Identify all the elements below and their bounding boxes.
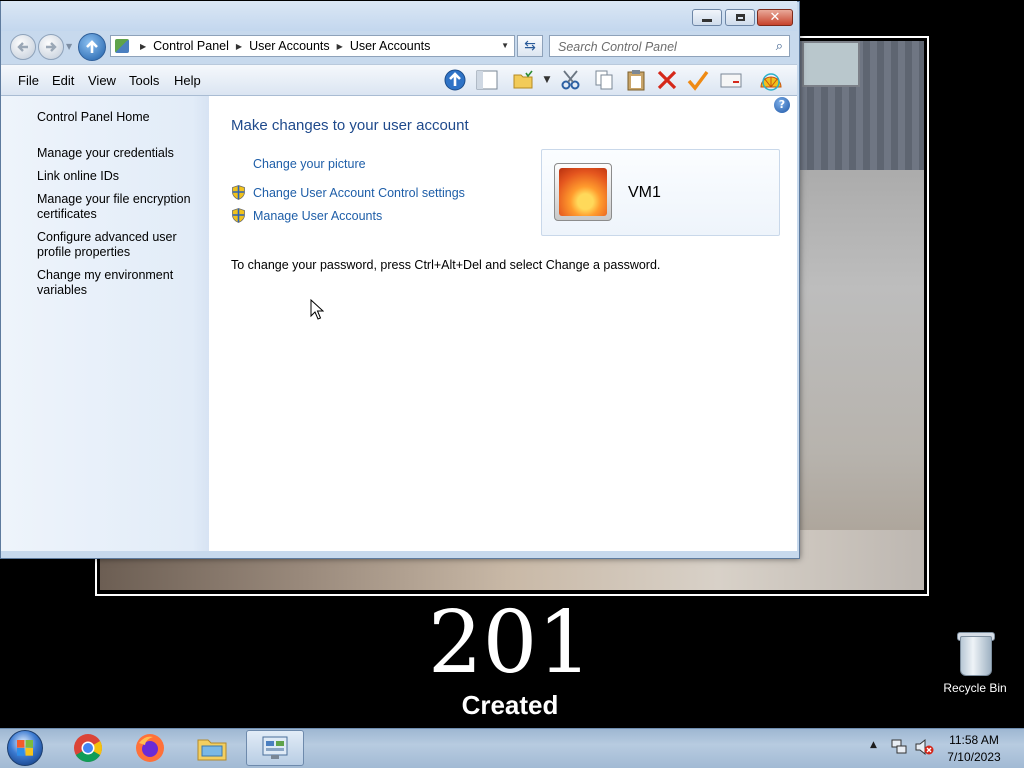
- breadcrumb-chevron-icon: ▶: [140, 41, 147, 51]
- address-dropdown-icon[interactable]: ▼: [501, 41, 509, 50]
- search-input[interactable]: [556, 37, 770, 57]
- menu-view[interactable]: View: [88, 73, 116, 88]
- volume-muted-icon[interactable]: [914, 738, 934, 756]
- help-button[interactable]: ?: [774, 97, 790, 113]
- password-instruction: To change your password, press Ctrl+Alt+…: [231, 258, 661, 272]
- title-bar[interactable]: ✕: [1, 1, 797, 31]
- taskbar-chrome[interactable]: [60, 730, 116, 766]
- user-name: VM1: [628, 184, 661, 201]
- layout-icon[interactable]: [475, 68, 499, 92]
- minimize-button[interactable]: [692, 9, 722, 26]
- uac-shield-icon: [232, 208, 245, 223]
- breadcrumb-user-accounts[interactable]: User Accounts: [249, 39, 330, 53]
- refresh-button[interactable]: ⇆: [517, 35, 543, 57]
- maximize-button[interactable]: [725, 9, 755, 26]
- link-online-ids-link[interactable]: Link online IDs: [37, 169, 197, 184]
- network-icon[interactable]: [890, 738, 908, 756]
- navigation-pane: [1, 96, 209, 551]
- show-hidden-icons-icon[interactable]: ▲: [870, 740, 877, 750]
- mouse-cursor-icon: [310, 299, 324, 320]
- minimize-icon: [702, 19, 712, 22]
- flower-picture-icon: [559, 168, 607, 216]
- breadcrumb-control-panel[interactable]: Control Panel: [153, 39, 229, 53]
- taskbar-control-panel[interactable]: [246, 730, 304, 766]
- control-panel-icon: [262, 736, 288, 759]
- wallpaper-window: [802, 41, 860, 87]
- organize-folder-icon[interactable]: [511, 68, 535, 92]
- chrome-icon: [74, 734, 102, 762]
- recycle-bin-icon: [956, 630, 995, 676]
- up-arrow-icon: [86, 40, 98, 53]
- uac-shield-icon: [232, 185, 245, 200]
- menu-file[interactable]: File: [18, 73, 39, 88]
- back-button[interactable]: [10, 34, 36, 60]
- wallpaper-caption: Created: [461, 690, 559, 720]
- clock-date: 7/10/2023: [947, 750, 1001, 764]
- page-heading: Make changes to your user account: [231, 117, 469, 134]
- menu-edit[interactable]: Edit: [52, 73, 74, 88]
- file-encryption-link[interactable]: Manage your file encryption certificates: [37, 192, 197, 222]
- delete-icon[interactable]: [655, 68, 679, 92]
- user-picture[interactable]: [554, 163, 612, 221]
- control-panel-home-link[interactable]: Control Panel Home: [37, 110, 150, 125]
- recycle-bin-label: Recycle Bin: [943, 681, 1007, 695]
- wallpaper-number: 201: [427, 593, 593, 693]
- copy-icon[interactable]: [592, 68, 616, 92]
- mail-icon[interactable]: [719, 68, 743, 92]
- breadcrumb-chevron-icon[interactable]: ▶: [337, 42, 343, 51]
- environment-variables-link[interactable]: Change my environment variables: [37, 268, 187, 298]
- paste-icon[interactable]: [624, 68, 648, 92]
- file-explorer-icon: [197, 739, 227, 761]
- desktop-icon-recycle-bin[interactable]: Recycle Bin: [940, 630, 1010, 695]
- up-folder-icon[interactable]: [443, 68, 467, 92]
- cut-icon[interactable]: [559, 68, 583, 92]
- taskbar-firefox[interactable]: [122, 730, 178, 766]
- up-level-button[interactable]: [78, 33, 106, 61]
- start-button[interactable]: [4, 729, 46, 767]
- manage-user-accounts-link[interactable]: Manage User Accounts: [253, 209, 382, 224]
- address-bar[interactable]: ▶ Control Panel ▶ User Accounts ▶ User A…: [110, 35, 515, 57]
- menu-help[interactable]: Help: [174, 73, 201, 88]
- recent-pages-dropdown-icon[interactable]: ▼: [66, 42, 74, 52]
- breadcrumb-user-accounts-current[interactable]: User Accounts: [350, 39, 431, 53]
- back-arrow-icon: [17, 42, 28, 52]
- manage-credentials-link[interactable]: Manage your credentials: [37, 146, 197, 161]
- forward-arrow-icon: [46, 42, 57, 52]
- windows-logo-icon: [7, 730, 43, 766]
- close-icon: ✕: [769, 10, 781, 25]
- menu-tools[interactable]: Tools: [129, 73, 159, 88]
- control-panel-icon: [115, 39, 129, 53]
- close-button[interactable]: ✕: [757, 9, 793, 26]
- refresh-icon: ⇆: [524, 38, 536, 54]
- organize-dropdown-icon[interactable]: ▼: [540, 68, 554, 92]
- taskbar-file-explorer[interactable]: [184, 730, 240, 766]
- search-box[interactable]: ⌕: [549, 35, 790, 57]
- taskbar-clock[interactable]: 11:58 AM 7/10/2023: [938, 732, 1010, 766]
- maximize-icon: [735, 14, 745, 21]
- change-picture-link[interactable]: Change your picture: [253, 157, 366, 172]
- clock-time: 11:58 AM: [949, 733, 999, 747]
- forward-button[interactable]: [38, 34, 64, 60]
- breadcrumb-chevron-icon[interactable]: ▶: [236, 42, 242, 51]
- uac-settings-link[interactable]: Change User Account Control settings: [253, 186, 465, 201]
- shell-icon[interactable]: [759, 68, 783, 92]
- properties-check-icon[interactable]: [686, 68, 710, 92]
- firefox-icon: [136, 734, 164, 762]
- advanced-profile-link[interactable]: Configure advanced user profile properti…: [37, 230, 187, 260]
- search-icon[interactable]: ⌕: [776, 39, 783, 54]
